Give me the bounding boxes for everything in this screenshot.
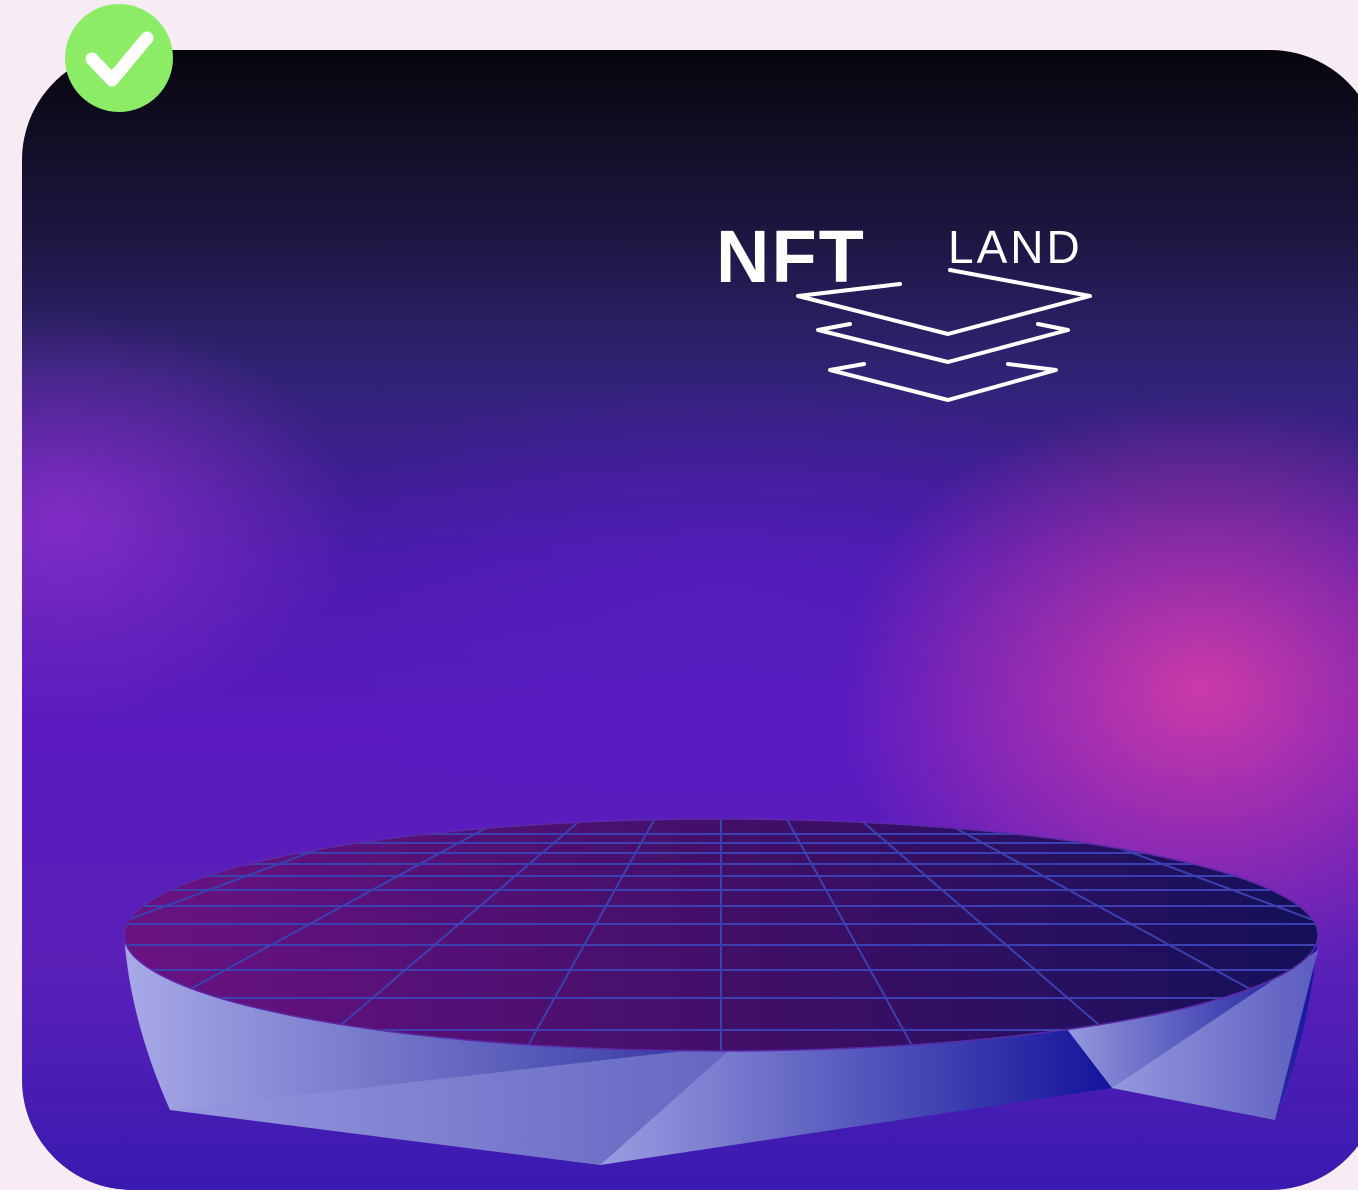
nftland-logo: NFT LAND <box>712 218 1162 408</box>
success-badge <box>65 4 173 112</box>
platform-illustration <box>123 818 1319 1165</box>
page: NFT LAND <box>0 0 1358 1190</box>
stacked-layers-icon <box>796 268 1092 402</box>
check-icon <box>85 31 154 87</box>
